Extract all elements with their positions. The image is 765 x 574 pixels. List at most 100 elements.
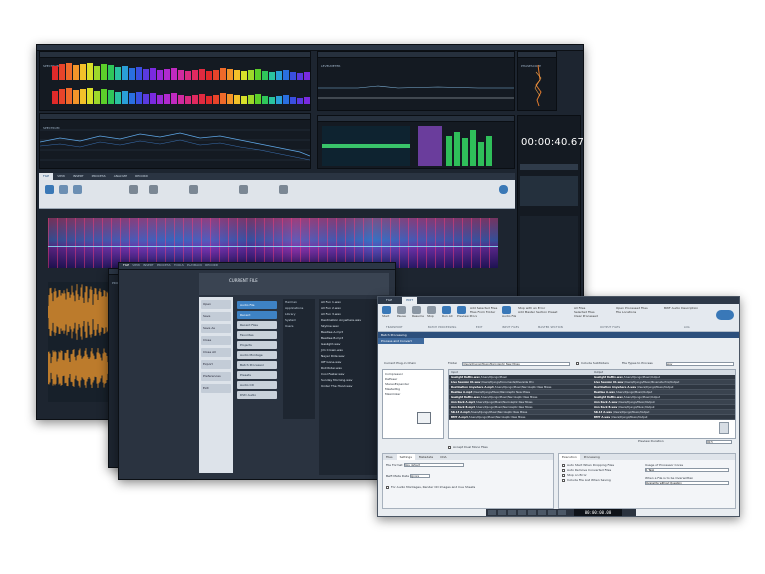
- tab-execution[interactable]: Execution: [559, 454, 580, 460]
- plugin-item[interactable]: Maximizer: [385, 392, 441, 397]
- file-name-cell: Beatlee A.wav: [594, 391, 615, 394]
- nav-save-as[interactable]: Save As: [201, 324, 231, 333]
- start-button[interactable]: Start: [382, 314, 394, 318]
- sub-favorites[interactable]: Favorites: [237, 331, 277, 339]
- sub-audio-cd[interactable]: Audio CD: [237, 381, 277, 389]
- forward-button[interactable]: [508, 510, 516, 515]
- usage-select[interactable]: 1 Task: [645, 468, 729, 472]
- waveform-mini: [322, 126, 410, 166]
- tab-insert[interactable]: INSERT: [69, 173, 88, 180]
- execution-option[interactable]: Include File List When Saving: [562, 478, 642, 483]
- file-locations[interactable]: File Locations: [616, 310, 660, 314]
- current-file-label: CURRENT FILE: [229, 278, 258, 283]
- tab-files[interactable]: Files: [383, 454, 396, 460]
- tab-settings[interactable]: Settings: [396, 454, 415, 460]
- audio-files-button[interactable]: Audio Files: [502, 314, 516, 318]
- file-format-select[interactable]: Wav default: [403, 463, 464, 467]
- level-meters: [446, 126, 506, 166]
- file-types-select[interactable]: wav: [666, 362, 734, 366]
- process-convert-tab[interactable]: Process and Convert: [378, 338, 424, 344]
- nav-export[interactable]: Export: [201, 360, 231, 369]
- tab-record[interactable]: RECORD: [131, 173, 152, 180]
- mid-tab-file[interactable]: FILE: [123, 263, 129, 269]
- spectrum-bar: [269, 97, 275, 104]
- sub-audio-montage[interactable]: Audio Montage: [237, 351, 277, 359]
- sub-audio-file[interactable]: Audio File: [237, 301, 277, 309]
- table-row[interactable]: BMY A.mp3 /Users/Djungo/Music/Narcolepti…: [449, 415, 735, 420]
- run-all-icon[interactable]: [442, 306, 451, 314]
- spectrum-bar: [262, 96, 268, 104]
- nav-open[interactable]: Open: [201, 300, 231, 309]
- ribbon-button-6[interactable]: [189, 185, 198, 194]
- back-button[interactable]: [498, 510, 506, 515]
- spectrum-bar: [129, 93, 135, 104]
- tab-processing[interactable]: Processing: [581, 454, 603, 460]
- tab-analyze[interactable]: ANALYZE: [110, 173, 131, 180]
- tab-process[interactable]: PROCESS: [88, 173, 110, 180]
- stop-transport-button[interactable]: [538, 510, 546, 515]
- nav-preferences[interactable]: Preferences: [201, 372, 231, 381]
- batch-tab-file[interactable]: FILE: [382, 297, 396, 304]
- stop-icon[interactable]: [427, 306, 436, 314]
- execution-options: Auto Start When Dropping Files Auto Remov…: [562, 463, 642, 483]
- mid-tab-playback[interactable]: PLAYBACK: [187, 263, 202, 269]
- ribbon-button-8[interactable]: [279, 185, 288, 194]
- folder-item[interactable]: Users: [283, 323, 315, 329]
- start-icon[interactable]: [382, 306, 391, 314]
- overwrite-select[interactable]: Overwrite without Question: [645, 481, 729, 485]
- audio-files-icon[interactable]: [502, 306, 511, 314]
- accept-dual-mono[interactable]: Accept Dual Mono Files: [448, 445, 488, 450]
- add-master-preset[interactable]: Add Master Section Preset: [518, 310, 574, 314]
- spectrum-bar: [227, 94, 233, 104]
- sub-batch-processor[interactable]: Batch Processor: [237, 361, 277, 369]
- run-all-button[interactable]: Run All: [442, 314, 454, 318]
- sub-projects[interactable]: Projects: [237, 341, 277, 349]
- nav-save[interactable]: Save: [201, 312, 231, 321]
- tab-view[interactable]: VIEW: [53, 173, 69, 180]
- nav-close[interactable]: Close: [201, 336, 231, 345]
- nav-close-all[interactable]: Close All: [201, 348, 231, 357]
- ribbon-button-4[interactable]: [129, 185, 138, 194]
- mid-tab-tools[interactable]: TOOLS: [174, 263, 184, 269]
- record-button[interactable]: [558, 510, 566, 515]
- bwf-select[interactable]: Ignore: [409, 474, 430, 478]
- end-button[interactable]: [518, 510, 526, 515]
- ribbon-button-3[interactable]: [73, 185, 82, 194]
- ribbon-button-7[interactable]: [239, 185, 248, 194]
- nav-exit[interactable]: Exit: [201, 384, 231, 393]
- sub-presets[interactable]: Presets: [237, 371, 277, 379]
- play-button[interactable]: [548, 510, 556, 515]
- preview-duration-input[interactable]: 00:5: [706, 440, 732, 444]
- mid-tab-insert[interactable]: INSERT: [143, 263, 154, 269]
- ribbon-button-1[interactable]: [45, 185, 54, 194]
- ribbon-button-2[interactable]: [59, 185, 68, 194]
- file-name-cell: Ann Rock B.wav: [594, 406, 618, 409]
- resume-icon[interactable]: [412, 306, 421, 314]
- include-subfolders[interactable]: Include Subfolders: [576, 361, 609, 366]
- mid-tab-record[interactable]: RECORD: [205, 263, 218, 269]
- mid-tab-view[interactable]: VIEW: [132, 263, 140, 269]
- tab-metadata[interactable]: Metadata: [416, 454, 436, 460]
- rewind-button[interactable]: [488, 510, 496, 515]
- bwf-description[interactable]: BWF Audio Description: [664, 306, 704, 310]
- loop-button[interactable]: [528, 510, 536, 515]
- ribbon-button-5[interactable]: [149, 185, 158, 194]
- stop-button[interactable]: Stop: [427, 314, 439, 318]
- mid-tab-process[interactable]: PROCESS: [157, 263, 171, 269]
- resume-button[interactable]: Resume: [412, 314, 424, 318]
- sub-recent-files[interactable]: Recent Files: [237, 321, 277, 329]
- tab-cda[interactable]: CDA: [437, 454, 449, 460]
- for-audio-montages[interactable]: For Audio Montages, Render CD Images and…: [386, 485, 550, 490]
- preview-button[interactable]: Preview Processing: [457, 314, 477, 318]
- spectrum-bar: [290, 97, 296, 104]
- batch-tab-edit[interactable]: EDIT: [402, 297, 418, 304]
- folder-path-input[interactable]: /Users/Djungo/Music/Narcoleptic New Mixe…: [462, 362, 570, 366]
- clear-processed[interactable]: Clear Processed: [574, 314, 614, 318]
- pause-icon[interactable]: [397, 306, 406, 314]
- pause-button[interactable]: Pause: [397, 314, 409, 318]
- sub-dvd-audio[interactable]: DVD Audio: [237, 391, 277, 399]
- preview-icon[interactable]: [457, 306, 466, 314]
- ribbon-wave-icon[interactable]: [499, 185, 508, 194]
- tab-file[interactable]: FILE: [39, 173, 54, 180]
- sub-recent[interactable]: Recent: [237, 311, 277, 319]
